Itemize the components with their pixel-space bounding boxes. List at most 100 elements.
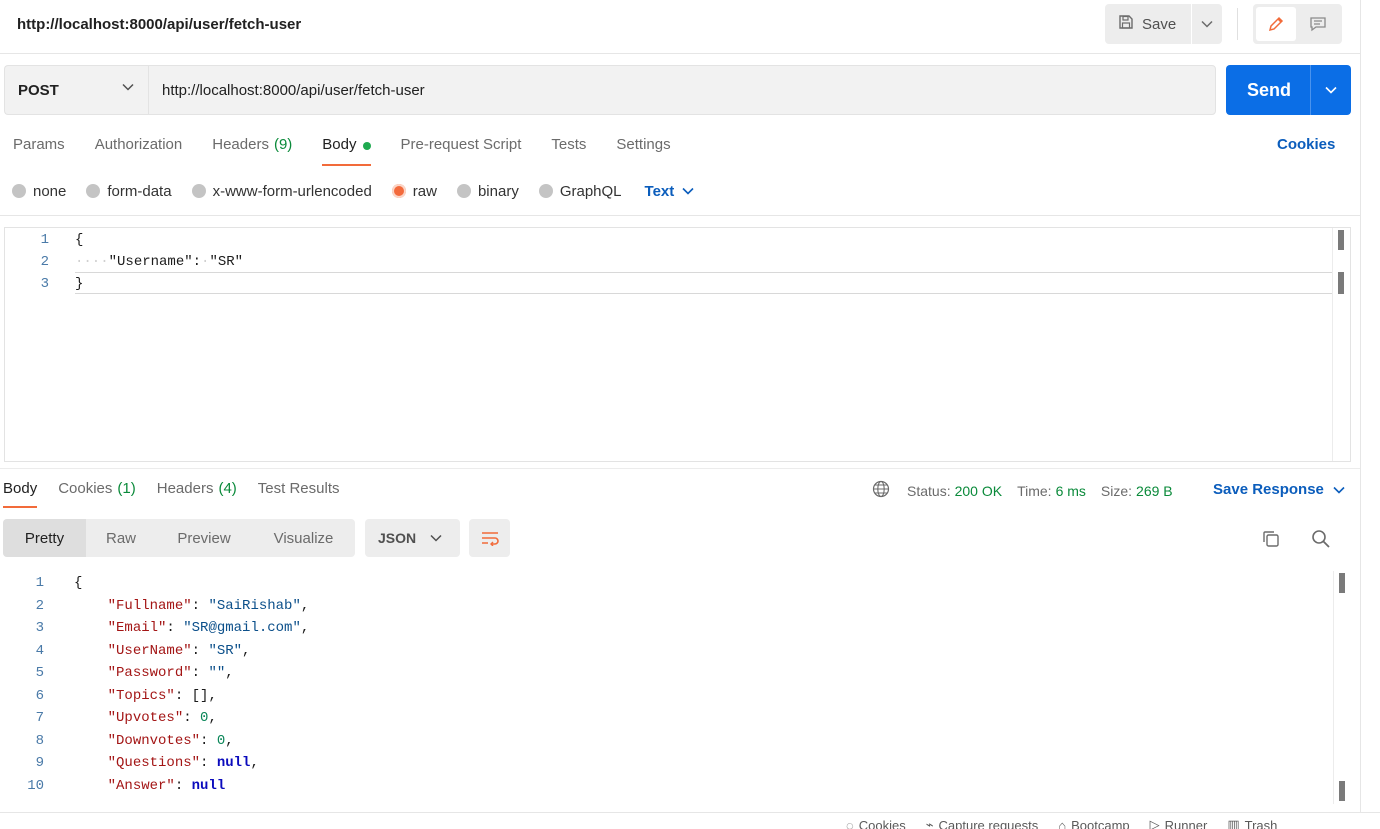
save-dropdown-button[interactable]	[1192, 4, 1222, 44]
radio-graphql[interactable]: GraphQL	[538, 183, 622, 200]
code-text: {	[74, 575, 83, 591]
footer-bootcamp[interactable]: ⌂ Bootcamp	[1058, 817, 1129, 829]
code-line: 2 ····"Username":·"SR"	[5, 251, 1350, 273]
status-footer: ◌ Cookies ⌁ Capture requests ⌂ Bootcamp ▷ Ru…	[0, 812, 1380, 829]
footer-capture-requests[interactable]: ⌁ Capture requests	[926, 817, 1039, 829]
radio-binary[interactable]: binary	[456, 183, 519, 200]
scrollbar[interactable]	[1333, 571, 1351, 804]
divider	[0, 215, 1360, 216]
view-pretty[interactable]: Pretty	[3, 519, 86, 557]
line-number: 1	[40, 232, 49, 248]
json-value: "SR@gmail.com"	[183, 620, 301, 636]
tab-headers[interactable]: Headers (9)	[199, 130, 305, 166]
view-raw[interactable]: Raw	[86, 519, 156, 557]
scrollbar-thumb[interactable]	[1338, 230, 1344, 250]
method-label: POST	[18, 81, 59, 99]
json-comma: ,	[242, 642, 251, 659]
wrap-lines-icon	[481, 532, 499, 546]
json-comma: ,	[208, 687, 217, 704]
search-icon[interactable]	[1311, 529, 1331, 552]
radio-none[interactable]: none	[12, 183, 66, 200]
radio-form-data[interactable]: form-data	[86, 183, 172, 200]
tab-authorization[interactable]: Authorization	[82, 130, 196, 166]
send-button[interactable]: Send	[1226, 65, 1310, 115]
line-number: 3	[40, 276, 49, 292]
json-key: "Questions"	[107, 755, 201, 771]
tab-response-body[interactable]: Body	[3, 478, 38, 508]
tab-pre-request-script[interactable]: Pre-request Script	[388, 130, 535, 166]
method-select[interactable]: POST	[4, 65, 148, 115]
save-button[interactable]: Save	[1105, 4, 1191, 44]
tab-label: Cookies	[58, 480, 113, 497]
code-line: 7 "Upvotes": 0,	[0, 707, 1351, 729]
code-line: 3 }	[5, 273, 1350, 295]
json-colon: :	[191, 597, 209, 614]
save-icon	[1118, 14, 1134, 34]
tab-response-cookies[interactable]: Cookies (1)	[58, 478, 136, 508]
footer-trash[interactable]: ▥ Trash	[1227, 817, 1277, 829]
copy-icon[interactable]	[1261, 529, 1281, 552]
chevron-down-icon	[682, 187, 694, 195]
json-value: 0	[216, 732, 226, 749]
footer-cookies[interactable]: ◌ Cookies	[846, 817, 906, 829]
size-info[interactable]: Size: 269 B	[1101, 483, 1173, 499]
line-number: 2	[35, 597, 44, 614]
time-info[interactable]: Time: 6 ms	[1017, 483, 1086, 499]
line-number: 7	[35, 710, 44, 726]
tab-body[interactable]: Body	[309, 130, 383, 166]
edit-mode-button[interactable]	[1256, 7, 1296, 41]
size-label: Size:	[1100, 482, 1133, 499]
code-text: "Email": "SR@gmail.com",	[74, 617, 310, 639]
scrollbar-thumb[interactable]	[1339, 573, 1345, 593]
cookies-link[interactable]: Cookies	[1277, 136, 1335, 153]
view-preview[interactable]: Preview	[156, 519, 252, 557]
tab-tests[interactable]: Tests	[538, 130, 599, 166]
request-body-editor[interactable]: 1 { 2 ····"Username":·"SR" 3 }	[4, 227, 1351, 462]
json-colon: :	[192, 254, 202, 270]
tab-response-headers[interactable]: Headers (4)	[157, 478, 237, 508]
tab-test-results[interactable]: Test Results	[258, 478, 340, 508]
url-input[interactable]: http://localhost:8000/api/user/fetch-use…	[148, 65, 1216, 115]
cookie-icon: ◌	[846, 817, 854, 829]
tab-params[interactable]: Params	[0, 130, 78, 166]
footer-runner[interactable]: ▷ Runner	[1150, 817, 1208, 829]
response-body-viewer[interactable]: 1{2 "Fullname": "SaiRishab", 3 "Email": "…	[0, 571, 1351, 804]
tab-settings[interactable]: Settings	[603, 130, 683, 166]
code-text: "Password": "",	[74, 662, 234, 684]
scrollbar-marker	[1338, 272, 1344, 294]
radio-x-www-form-urlencoded[interactable]: x-www-form-urlencoded	[191, 183, 372, 200]
send-dropdown-button[interactable]	[1310, 65, 1351, 115]
scrollbar[interactable]	[1332, 228, 1350, 461]
save-response-button[interactable]: Save Response	[1213, 481, 1345, 498]
tab-count: (4)	[218, 480, 237, 497]
globe-icon[interactable]	[872, 480, 890, 501]
tab-label: Headers	[156, 480, 214, 497]
body-format-select[interactable]: Text	[645, 183, 695, 200]
json-value: ""	[208, 665, 226, 681]
tab-label: Settings	[616, 136, 671, 153]
status-info[interactable]: Status: 200 OK	[907, 483, 1002, 499]
radio-label: none	[33, 182, 67, 200]
mode-toggle	[1253, 4, 1342, 44]
code-text: "UserName": "SR",	[74, 640, 251, 662]
comments-mode-button[interactable]	[1298, 7, 1338, 41]
comment-icon	[1310, 17, 1326, 32]
json-key: "Answer"	[107, 777, 175, 794]
code-line: 2 "Fullname": "SaiRishab",	[0, 595, 1351, 617]
request-title[interactable]: http://localhost:8000/api/user/fetch-use…	[17, 16, 301, 33]
json-key: "Fullname"	[107, 597, 192, 614]
view-visualize[interactable]: Visualize	[252, 519, 355, 557]
panel-edge	[1360, 0, 1361, 812]
json-value: null	[216, 755, 251, 771]
code-line: 10 "Answer": null	[0, 775, 1351, 797]
radio-raw[interactable]: raw	[391, 183, 437, 200]
json-value: "SaiRishab"	[208, 597, 301, 614]
response-format-select[interactable]: JSON	[365, 519, 460, 557]
code-text: "Answer": null	[74, 775, 226, 797]
footer-label: Capture requests	[938, 817, 1039, 829]
footer-items: ◌ Cookies ⌁ Capture requests ⌂ Bootcamp ▷ Ru…	[846, 817, 1277, 829]
json-comma: ,	[208, 710, 217, 726]
wrap-lines-button[interactable]	[469, 519, 510, 557]
